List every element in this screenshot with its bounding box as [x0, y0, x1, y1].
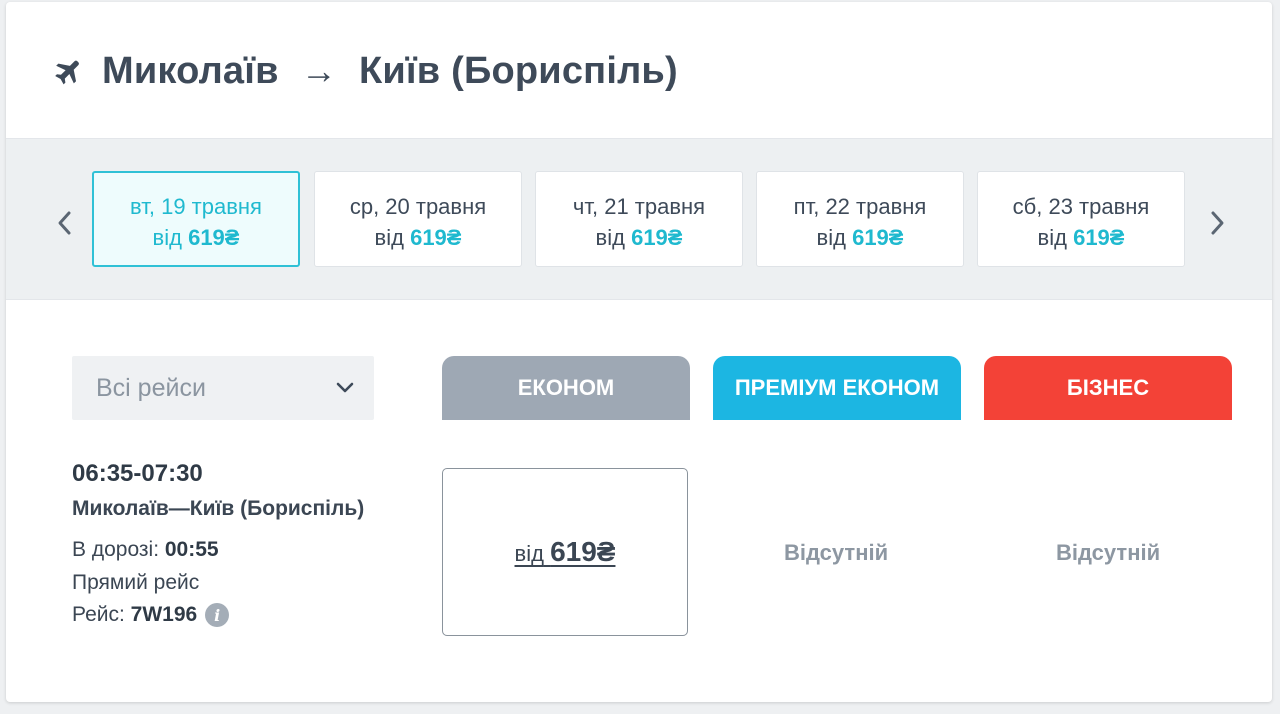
date-label: чт, 21 травня [572, 194, 706, 219]
origin-city: Миколаїв [102, 49, 279, 92]
flight-details: 06:35-07:30 Миколаїв—Київ (Бориспіль) В … [72, 460, 364, 627]
chevron-right-icon [1211, 211, 1224, 235]
date-label: ср, 20 травня [349, 194, 487, 219]
flight-direct: Прямий рейс [72, 571, 200, 594]
arrow-right-icon: → [300, 50, 337, 91]
flight-time: 06:35-07:30 [72, 460, 203, 487]
route-title: Миколаїв → Київ (Бориспіль) [102, 44, 678, 98]
date-price: від 619₴ [152, 225, 240, 250]
chevron-left-icon [58, 211, 71, 235]
date-card-20[interactable]: ср, 20 травня від 619₴ [314, 171, 522, 267]
next-dates-button[interactable] [1204, 203, 1232, 243]
date-price: від 619₴ [816, 225, 904, 250]
date-label: пт, 22 травня [793, 194, 927, 219]
date-price: від 619₴ [374, 225, 462, 250]
flights-filter-dropdown[interactable]: Всі рейси [72, 356, 374, 420]
destination-city: Київ (Бориспіль) [358, 49, 678, 92]
date-label: вт, 19 травня [130, 194, 262, 219]
business-fare-unavailable: Відсутній [1056, 540, 1161, 565]
date-card-22[interactable]: пт, 22 травня від 619₴ [756, 171, 964, 267]
tab-business[interactable]: БІЗНЕС [984, 356, 1232, 420]
premium-fare-unavailable: Відсутній [784, 540, 889, 565]
date-price: від 619₴ [1037, 225, 1125, 250]
date-card-23[interactable]: сб, 23 травня від 619₴ [977, 171, 1185, 267]
date-price: від 619₴ [595, 225, 683, 250]
economy-fare-box[interactable]: від 619₴ [442, 468, 688, 636]
date-selector: вт, 19 травня від 619₴ ср, 20 травня від… [6, 139, 1272, 300]
chevron-down-icon [336, 382, 354, 393]
info-icon[interactable]: i [205, 603, 230, 627]
route-header: Миколаїв → Київ (Бориспіль) [6, 2, 1272, 139]
prev-dates-button[interactable] [50, 203, 78, 243]
tab-economy[interactable]: ЕКОНОМ [442, 356, 690, 420]
date-card-21[interactable]: чт, 21 травня від 619₴ [535, 171, 743, 267]
economy-fare-link[interactable]: від 619₴ [515, 536, 616, 568]
flight-number: Рейс: 7W196 i [72, 603, 364, 627]
plane-icon [55, 60, 79, 85]
date-label: сб, 23 травня [1012, 194, 1150, 219]
filter-selected-value: Всі рейси [96, 374, 206, 402]
flight-route: Миколаїв—Київ (Бориспіль) [72, 497, 365, 520]
flight-search-card: Миколаїв → Київ (Бориспіль) вт, 19 травн… [6, 2, 1272, 702]
flight-duration: В дорозі: 00:55 [72, 538, 219, 561]
date-card-19[interactable]: вт, 19 травня від 619₴ [92, 171, 300, 267]
tab-premium-economy[interactable]: ПРЕМІУМ ЕКОНОМ [713, 356, 961, 420]
